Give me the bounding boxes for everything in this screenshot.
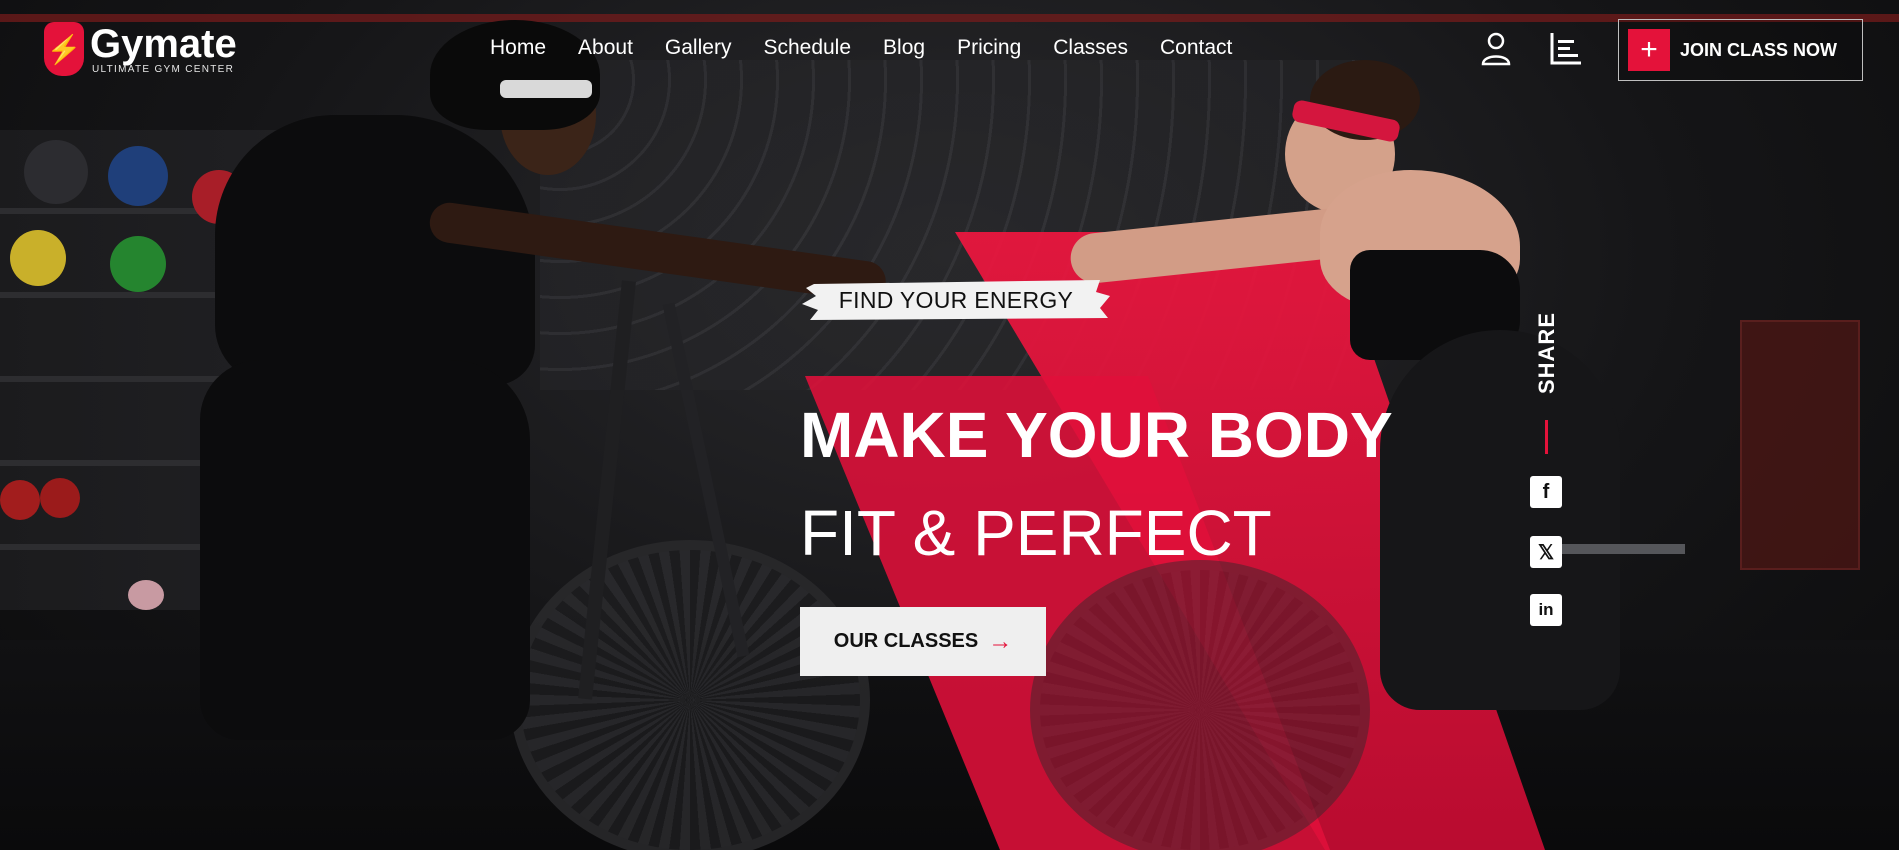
nav-item-about[interactable]: About	[578, 36, 633, 60]
woman-legs	[1380, 330, 1620, 710]
linkedin-icon[interactable]: in	[1530, 594, 1562, 626]
nav-item-schedule[interactable]: Schedule	[763, 36, 851, 60]
main-nav: Home About Gallery Schedule Blog Pricing…	[490, 36, 1232, 60]
share-label: SHARE	[1534, 312, 1559, 395]
share-divider	[1545, 420, 1548, 454]
hero-section: ⚡ Gymate ULTIMATE GYM CENTER Home About …	[0, 0, 1899, 850]
brand-logo[interactable]: ⚡ Gymate ULTIMATE GYM CENTER	[44, 22, 237, 76]
facebook-icon[interactable]: f	[1530, 476, 1562, 508]
nav-item-home[interactable]: Home	[490, 36, 546, 60]
nav-item-pricing[interactable]: Pricing	[957, 36, 1021, 60]
hero-tag-text: FIND YOUR ENERGY	[838, 286, 1074, 313]
join-class-label: JOIN CLASS NOW	[1680, 39, 1838, 60]
share-panel: SHARE	[1532, 310, 1562, 400]
man-headband	[500, 80, 592, 98]
man-legs	[200, 360, 530, 740]
nav-item-blog[interactable]: Blog	[883, 36, 925, 60]
brand-name: Gymate	[90, 21, 237, 66]
plus-icon: +	[1628, 29, 1670, 71]
hero-headline-line2: FIT & PERFECT	[800, 497, 1272, 569]
nav-item-contact[interactable]: Contact	[1160, 36, 1232, 60]
hero-tag: FIND YOUR ENERGY	[800, 278, 1112, 322]
air-bike-wheel	[1030, 560, 1370, 850]
bars-icon[interactable]	[1548, 30, 1584, 66]
join-class-button[interactable]: + JOIN CLASS NOW	[1618, 19, 1863, 81]
x-icon[interactable]: 𝕏	[1530, 536, 1562, 568]
nav-item-gallery[interactable]: Gallery	[665, 36, 732, 60]
hero-headline-line1: MAKE YOUR BODY	[800, 399, 1393, 471]
air-bike-wheel	[510, 540, 870, 850]
our-classes-label: OUR CLASSES	[833, 630, 979, 652]
man-torso	[215, 115, 535, 385]
brand-tagline: ULTIMATE GYM CENTER	[92, 63, 235, 75]
our-classes-button[interactable]: OUR CLASSES →	[800, 607, 1046, 676]
arrow-right-icon: →	[988, 627, 1013, 655]
lightning-bolt-icon: ⚡	[44, 22, 84, 76]
nav-item-classes[interactable]: Classes	[1053, 36, 1128, 60]
user-icon[interactable]	[1478, 30, 1514, 66]
